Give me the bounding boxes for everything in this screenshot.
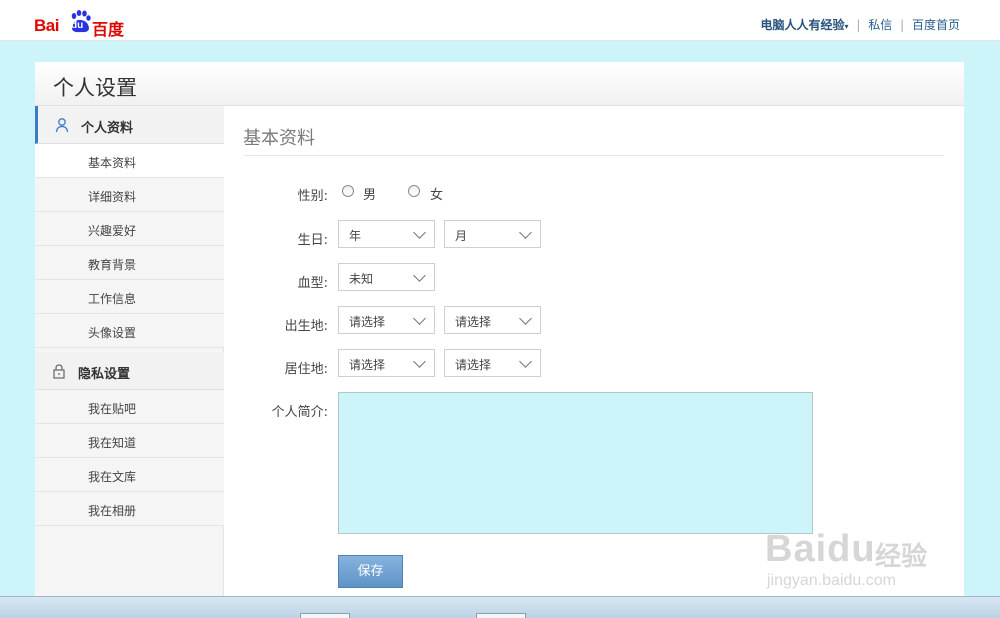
sidebar-section-privacy[interactable]: 隐私设置	[35, 352, 224, 390]
person-icon	[55, 118, 69, 133]
sidebar-item-label: 详细资料	[88, 190, 137, 204]
select-value: 请选择	[349, 358, 386, 372]
sidebar-item-label: 我在文库	[88, 470, 137, 484]
page-title: 个人设置	[53, 76, 137, 100]
select-value: 请选择	[455, 358, 492, 372]
sidebar-item-label: 头像设置	[88, 326, 137, 340]
select-value: 未知	[349, 272, 374, 286]
birthday-year-select[interactable]: 年	[338, 220, 435, 248]
birthplace-label: 出生地:	[284, 319, 328, 334]
residence-province-select[interactable]: 请选择	[338, 349, 435, 377]
sidebar-item-album[interactable]: 我在相册	[35, 492, 224, 526]
bio-label: 个人简介:	[271, 405, 328, 420]
select-value: 月	[455, 229, 468, 243]
sidebar-item-interests[interactable]: 兴趣爱好	[35, 212, 224, 246]
logo-bai-text: Bai	[34, 16, 59, 35]
chevron-down-icon	[413, 269, 426, 282]
birthplace-city-select[interactable]: 请选择	[444, 306, 541, 334]
gender-male-label[interactable]: 男	[363, 184, 376, 203]
sidebar-item-label: 我在贴吧	[88, 402, 137, 416]
sidebar-item-label: 我在知道	[88, 436, 137, 450]
chevron-down-icon	[519, 312, 532, 325]
top-bar: Bai du 百度 电脑人人有经验▾ | 私信 | 百度首页	[0, 0, 1000, 41]
gender-female-radio[interactable]	[408, 185, 420, 197]
chevron-down-icon	[413, 226, 426, 239]
sidebar-item-label: 兴趣爱好	[88, 224, 137, 238]
watermark: Baidu 经验 jingyan.baidu.com	[765, 510, 950, 600]
birthday-month-select[interactable]: 月	[444, 220, 541, 248]
sidebar-item-label: 工作信息	[88, 292, 137, 306]
taskbar-button[interactable]	[300, 613, 350, 618]
gender-male-radio[interactable]	[342, 185, 354, 197]
divider	[243, 155, 944, 156]
chevron-down-icon	[413, 355, 426, 368]
blood-type-label: 血型:	[297, 276, 328, 291]
baidu-logo[interactable]: Bai du 百度	[34, 9, 124, 39]
top-links: 电脑人人有经验▾ | 私信 | 百度首页	[761, 16, 960, 33]
homepage-link[interactable]: 百度首页	[912, 18, 960, 32]
sidebar-item-zhidao[interactable]: 我在知道	[35, 424, 224, 458]
sidebar-section-profile[interactable]: 个人资料	[35, 106, 224, 144]
residence-city-select[interactable]: 请选择	[444, 349, 541, 377]
sidebar-item-label: 我在相册	[88, 504, 137, 518]
sidebar-item-avatar[interactable]: 头像设置	[35, 314, 224, 348]
blood-type-select[interactable]: 未知	[338, 263, 435, 291]
sidebar-item-detail-info[interactable]: 详细资料	[35, 178, 224, 212]
chevron-down-icon	[413, 312, 426, 325]
sidebar-section-label: 隐私设置	[78, 367, 131, 382]
sidebar-item-label: 基本资料	[88, 156, 137, 170]
sidebar-item-wenku[interactable]: 我在文库	[35, 458, 224, 492]
panel-header: 个人设置	[35, 62, 964, 106]
messages-link[interactable]: 私信	[868, 18, 892, 32]
sidebar-item-basic-info[interactable]: 基本资料	[35, 144, 224, 178]
sidebar-item-tieba[interactable]: 我在贴吧	[35, 390, 224, 424]
sidebar-section-label: 个人资料	[81, 121, 134, 136]
select-value: 年	[349, 229, 362, 243]
chevron-down-icon	[519, 355, 532, 368]
watermark-url: jingyan.baidu.com	[767, 572, 896, 589]
taskbar	[0, 596, 1000, 618]
sidebar: 个人资料 基本资料 详细资料 兴趣爱好 教育背景 工作信息 头像设置 隐私设置	[35, 106, 224, 602]
taskbar-button[interactable]	[476, 613, 526, 618]
birthplace-province-select[interactable]: 请选择	[338, 306, 435, 334]
user-menu[interactable]: 电脑人人有经验	[761, 18, 845, 32]
birthday-label: 生日:	[297, 233, 328, 248]
logo-cn-text: 百度	[92, 22, 125, 39]
watermark-main: Baidu	[765, 528, 876, 570]
gender-female-label[interactable]: 女	[430, 184, 443, 203]
sidebar-item-label: 教育背景	[88, 258, 137, 272]
save-button[interactable]: 保存	[338, 555, 403, 588]
section-title: 基本资料	[243, 128, 315, 149]
select-value: 请选择	[349, 315, 386, 329]
chevron-down-icon[interactable]: ▾	[845, 22, 849, 31]
bio-textarea[interactable]	[338, 392, 813, 534]
watermark-cn: 经验	[875, 541, 928, 571]
sidebar-item-work[interactable]: 工作信息	[35, 280, 224, 314]
lock-icon	[53, 364, 65, 379]
residence-label: 居住地:	[284, 362, 328, 377]
chevron-down-icon	[519, 226, 532, 239]
separator: |	[856, 18, 861, 32]
gender-label: 性别:	[297, 189, 328, 204]
sidebar-item-education[interactable]: 教育背景	[35, 246, 224, 280]
separator: |	[900, 18, 905, 32]
logo-du-text: du	[71, 20, 84, 31]
select-value: 请选择	[455, 315, 492, 329]
